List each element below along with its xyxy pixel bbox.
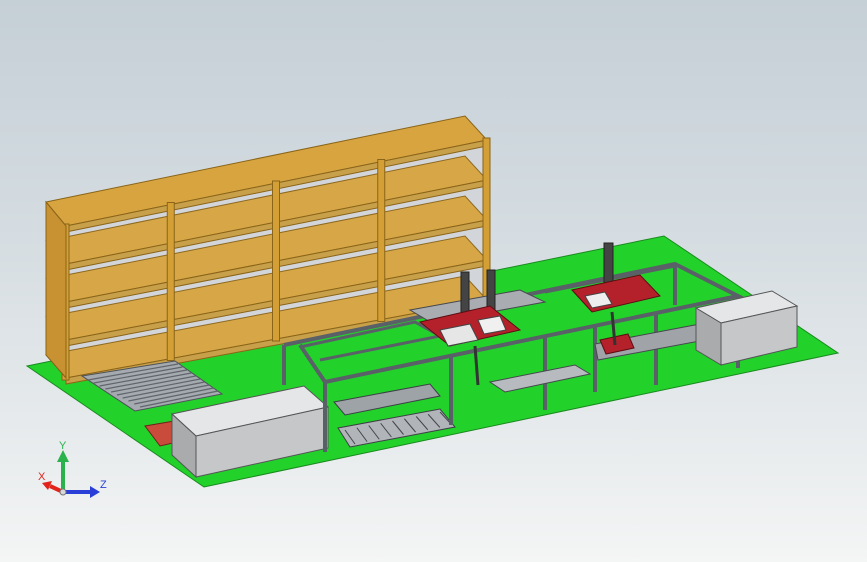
3d-model-view[interactable] <box>0 0 867 562</box>
x-axis-label: X <box>38 471 46 483</box>
y-axis-label: Y <box>59 440 67 452</box>
rack-post <box>272 180 280 342</box>
triad-origin <box>59 488 67 496</box>
z-axis-label: Z <box>100 479 107 491</box>
rack-post <box>166 202 175 361</box>
rack-post <box>377 159 386 322</box>
axis-triad: Y Z X <box>30 440 120 510</box>
z-axis-arrow <box>90 486 100 498</box>
graphics-viewport[interactable]: Y Z X <box>0 0 867 562</box>
